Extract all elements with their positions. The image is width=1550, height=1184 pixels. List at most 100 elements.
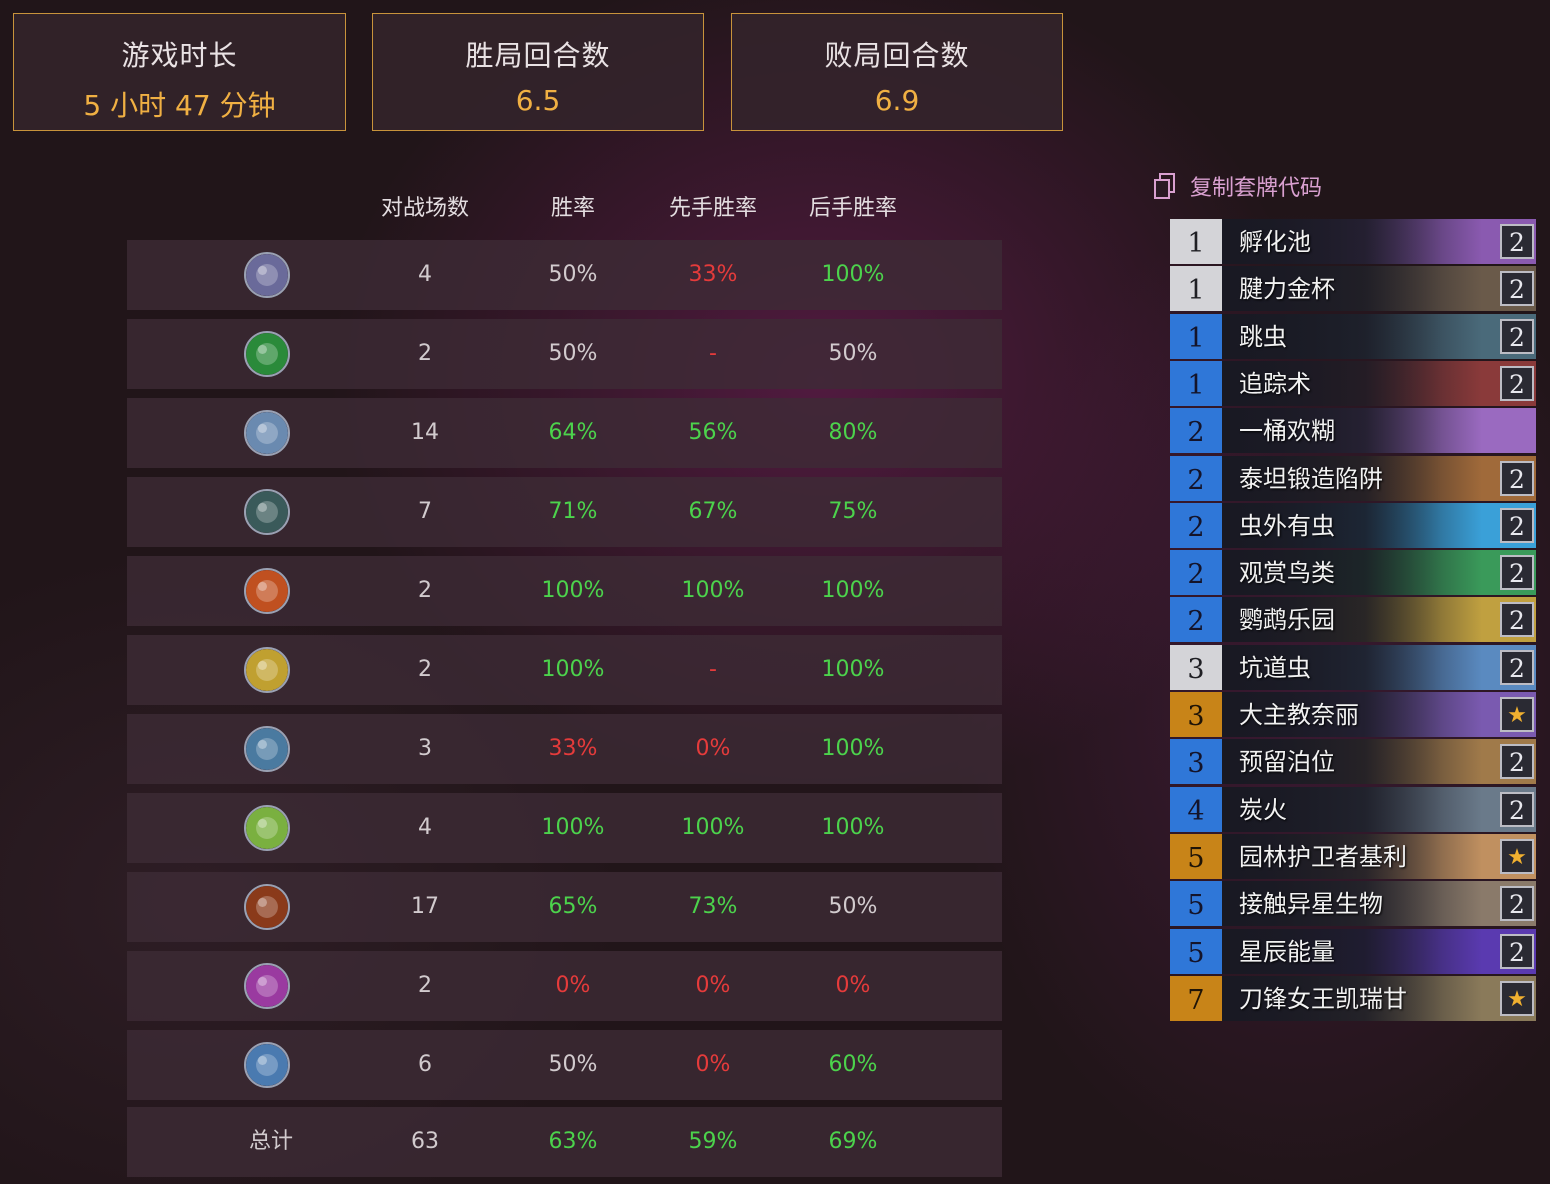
class-icon-hunter (244, 489, 290, 535)
card-cost: 5 (1170, 833, 1222, 879)
table-row: 17 65% 73% 50% (127, 872, 1002, 942)
class-icon-mage (244, 568, 290, 614)
card-count: 2 (1500, 460, 1534, 496)
first-winrate: 67% (688, 499, 738, 524)
deck-card[interactable]: 1 跳虫 2 (1170, 313, 1536, 359)
card-name: 炭火 (1239, 795, 1287, 824)
deck-card[interactable]: 5 星辰能量 2 (1170, 928, 1536, 974)
total-first-winrate: 59% (688, 1129, 738, 1154)
winrate: 50% (548, 1052, 598, 1077)
second-winrate: 75% (828, 499, 878, 524)
deck-card[interactable]: 2 一桶欢糊 (1170, 408, 1536, 454)
card-cost: 2 (1170, 502, 1222, 548)
games-count: 2 (418, 578, 432, 603)
games-count: 14 (411, 420, 439, 445)
winrate: 100% (541, 578, 605, 603)
card-count: 2 (1500, 933, 1534, 969)
first-winrate: 33% (688, 262, 738, 287)
card-cost: 2 (1170, 408, 1222, 454)
card-count: 2 (1500, 791, 1534, 827)
games-count: 4 (418, 262, 432, 287)
table-row: 7 71% 67% 75% (127, 477, 1002, 547)
card-name: 虫外有虫 (1239, 511, 1335, 540)
stat-value: 6.9 (874, 84, 920, 117)
header-games: 对战场数 (380, 196, 469, 221)
card-cost: 2 (1170, 550, 1222, 596)
second-winrate: 100% (821, 578, 885, 603)
class-icon-shaman (244, 410, 290, 456)
table-row: 2 50% - 50% (127, 319, 1002, 389)
deck-card[interactable]: 1 孵化池 2 (1170, 219, 1536, 264)
deck-card[interactable]: 2 观赏鸟类 2 (1170, 550, 1536, 596)
header-second-winrate: 后手胜率 (808, 196, 897, 221)
card-count: ★ (1500, 980, 1534, 1016)
second-winrate: 50% (828, 341, 878, 366)
card-cost: 4 (1170, 786, 1222, 832)
card-cost: 1 (1170, 360, 1222, 406)
card-name: 一桶欢糊 (1239, 417, 1335, 446)
table-row: 2 0% 0% 0% (127, 951, 1002, 1021)
stat-value: 5 小时 47 分钟 (83, 89, 276, 122)
class-icon-warrior (244, 1042, 290, 1088)
winrate: 0% (555, 973, 591, 998)
class-icon-warlock (244, 884, 290, 930)
card-cost: 1 (1170, 266, 1222, 312)
deck-card[interactable]: 5 园林护卫者基利 ★ (1170, 833, 1536, 879)
stat-box-win-turns: 胜局回合数 6.5 (372, 13, 704, 131)
deck-card[interactable]: 3 预留泊位 2 (1170, 739, 1536, 785)
total-label: 总计 (248, 1129, 293, 1154)
table-row: 14 64% 56% 80% (127, 398, 1002, 468)
stat-label: 败局回合数 (824, 39, 970, 72)
card-count: 2 (1500, 555, 1534, 591)
table-row: 2 100% - 100% (127, 635, 1002, 705)
first-winrate: 0% (695, 973, 731, 998)
deck-card[interactable]: 1 追踪术 2 (1170, 360, 1536, 406)
class-icon-demon-hunter (244, 252, 290, 298)
first-winrate: 0% (695, 736, 731, 761)
table-row: 3 33% 0% 100% (127, 714, 1002, 784)
deck-card[interactable]: 4 炭火 2 (1170, 786, 1536, 832)
card-name: 接触异星生物 (1239, 890, 1383, 919)
table-row: 6 50% 0% 60% (127, 1030, 1002, 1100)
card-name: 星辰能量 (1239, 937, 1335, 966)
table-row: 4 100% 100% 100% (127, 793, 1002, 863)
header-winrate: 胜率 (550, 196, 595, 221)
total-games: 63 (411, 1129, 439, 1154)
deck-card[interactable]: 2 泰坦锻造陷阱 2 (1170, 455, 1536, 501)
deck-card[interactable]: 3 坑道虫 2 (1170, 644, 1536, 690)
card-name: 大主教奈丽 (1239, 701, 1359, 729)
deck-card[interactable]: 1 腱力金杯 2 (1170, 266, 1536, 312)
deck-card[interactable]: 2 鹦鹉乐园 2 (1170, 597, 1536, 643)
card-cost: 5 (1170, 881, 1222, 927)
card-count: 2 (1500, 224, 1534, 259)
card-cost: 3 (1170, 644, 1222, 690)
winrate: 50% (548, 341, 598, 366)
games-count: 3 (418, 736, 432, 761)
card-name: 孵化池 (1239, 228, 1311, 256)
copy-deck-code-button[interactable]: 复制套牌代码 (1152, 172, 1322, 201)
stat-box-game-time: 游戏时长 5 小时 47 分钟 (13, 13, 346, 131)
games-count: 2 (418, 973, 432, 998)
table-row-total: 总计 63 63% 59% 69% (127, 1107, 1002, 1177)
card-count: 2 (1500, 886, 1534, 922)
second-winrate: 100% (821, 657, 885, 682)
stat-value: 6.5 (515, 84, 561, 117)
total-winrate: 63% (548, 1129, 598, 1154)
table-row: 2 100% 100% 100% (127, 556, 1002, 626)
winrate: 71% (548, 499, 598, 524)
copy-icon (1154, 173, 1175, 199)
card-cost: 5 (1170, 928, 1222, 974)
card-count: 2 (1500, 365, 1534, 401)
deck-card[interactable]: 7 刀锋女王凯瑞甘 ★ (1170, 975, 1536, 1021)
card-cost: 3 (1170, 692, 1222, 737)
second-winrate: 80% (828, 420, 878, 445)
card-name: 追踪术 (1239, 369, 1311, 398)
card-name: 观赏鸟类 (1239, 559, 1335, 588)
deck-card[interactable]: 3 大主教奈丽 ★ (1170, 692, 1536, 737)
deck-card[interactable]: 5 接触异星生物 2 (1170, 881, 1536, 927)
card-name: 园林护卫者基利 (1239, 842, 1407, 871)
second-winrate: 0% (835, 973, 871, 998)
second-winrate: 60% (828, 1052, 878, 1077)
deck-card[interactable]: 2 虫外有虫 2 (1170, 502, 1536, 548)
first-winrate: 100% (681, 815, 745, 840)
